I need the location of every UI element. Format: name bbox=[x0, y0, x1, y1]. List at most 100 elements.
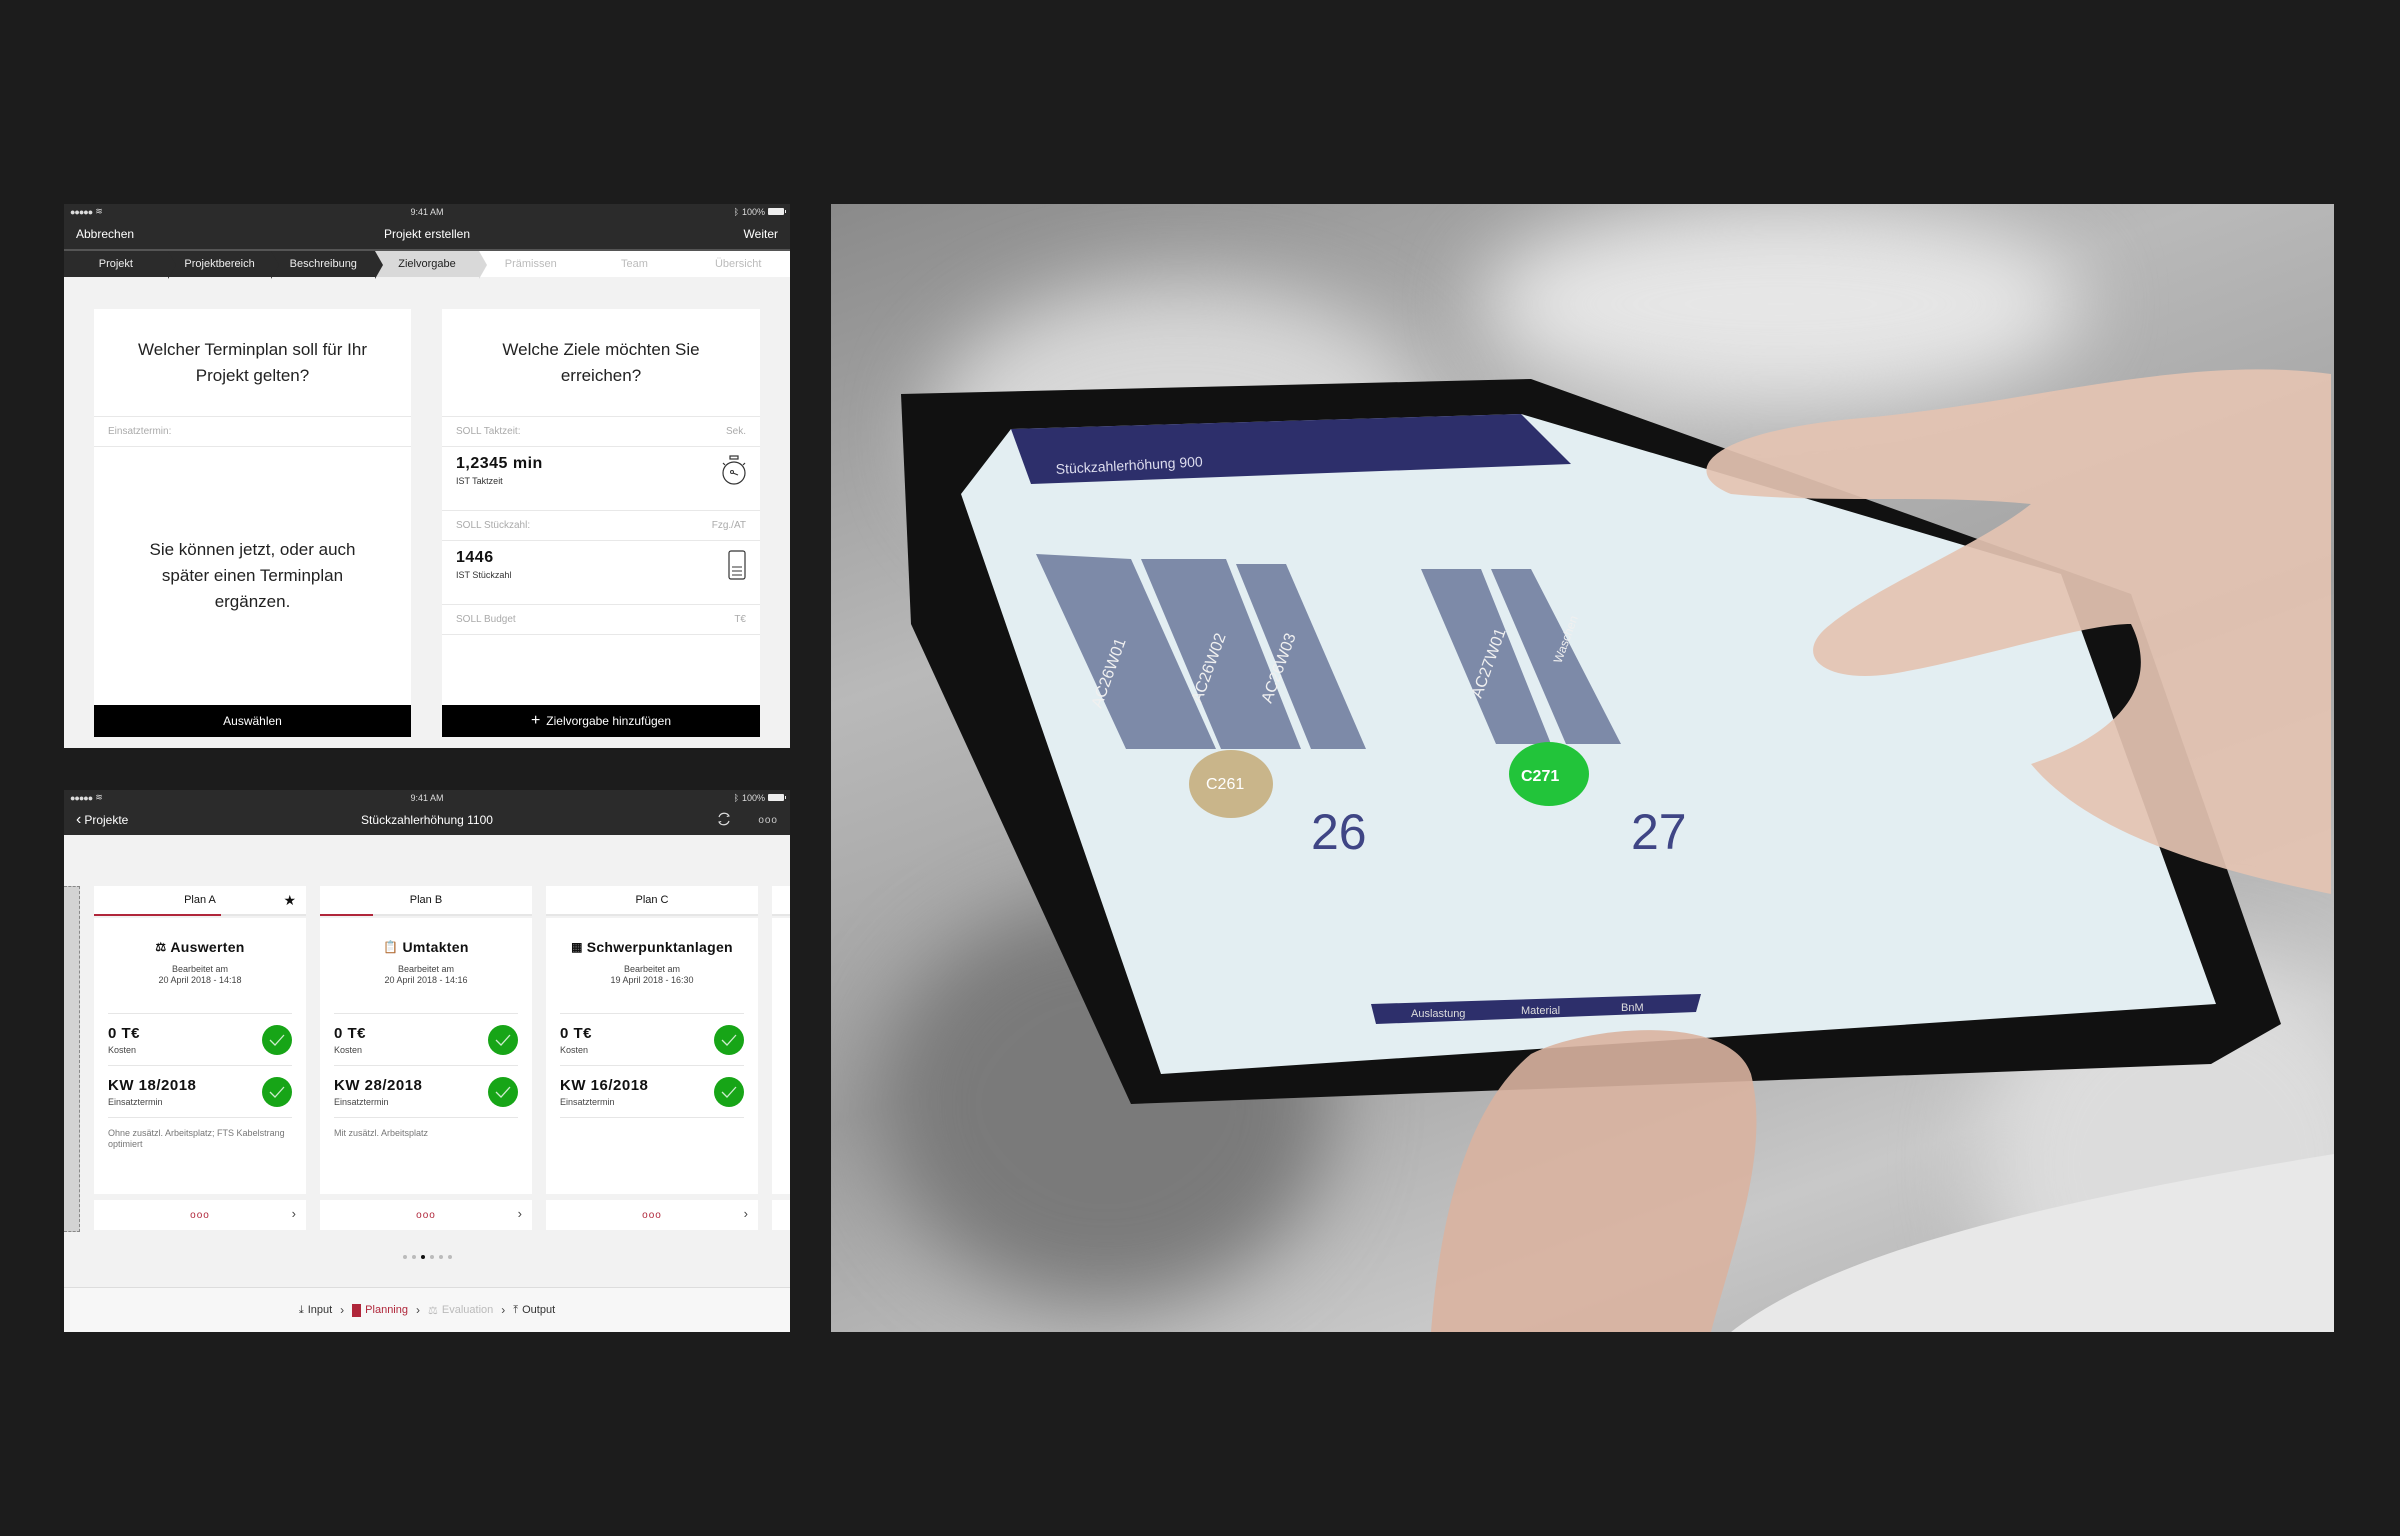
check-icon bbox=[714, 1024, 744, 1055]
chevron-right-icon[interactable]: › bbox=[744, 1206, 748, 1221]
date-value: KW 28/2018 bbox=[334, 1076, 423, 1094]
workflow-input[interactable]: ⤓ Input bbox=[299, 1304, 332, 1317]
upload-icon: ⤒ bbox=[513, 1303, 519, 1316]
edited-date: 19 April 2018 - 16:30 bbox=[610, 975, 694, 985]
page-indicator[interactable] bbox=[64, 1255, 790, 1259]
signal-icon: ●●●●● bbox=[70, 792, 93, 803]
tablet-tab: Material bbox=[1521, 1005, 1560, 1017]
workflow-label: Evaluation bbox=[441, 1304, 494, 1316]
soll-taktzeit-label[interactable]: SOLL Taktzeit: Sek. bbox=[442, 417, 760, 447]
schedule-card: Welcher Terminplan soll für Ihr Projekt … bbox=[94, 309, 411, 705]
step-beschreibung[interactable]: Beschreibung bbox=[271, 251, 383, 279]
nav-bar: Abbrechen Projekt erstellen Weiter bbox=[64, 219, 790, 249]
step-zielvorgabe[interactable]: Zielvorgabe bbox=[375, 251, 487, 279]
soll-budget-label[interactable]: SOLL Budget T€ bbox=[442, 605, 760, 635]
add-goal-button[interactable]: + Zielvorgabe hinzufügen bbox=[442, 705, 760, 737]
more-options-button[interactable]: ooo bbox=[190, 1210, 210, 1221]
more-options-icon[interactable]: ooo bbox=[758, 815, 778, 826]
page-title: Projekt erstellen bbox=[383, 227, 471, 241]
bluetooth-icon: ᛒ bbox=[733, 206, 739, 217]
plan-card[interactable]: Plan B 📋 Umtakten Bearbeitet am 20 April 2… bbox=[320, 886, 532, 1232]
wifi-icon: ≋ bbox=[95, 792, 102, 802]
soll-stueckzahl-label[interactable]: SOLL Stückzahl: Fzg./AT bbox=[442, 511, 760, 541]
more-options-button[interactable]: ooo bbox=[642, 1210, 662, 1221]
date-row: KW 18/2018 Einsatztermin bbox=[108, 1066, 292, 1118]
date-label: Einsatztermin bbox=[334, 1096, 389, 1107]
workflow-planning[interactable]: Planning bbox=[352, 1303, 408, 1317]
badge-label: C261 bbox=[1206, 776, 1244, 793]
page-dot[interactable] bbox=[447, 1255, 452, 1259]
workflow-bar: ⤓ Input › Planning › ⚖ Evaluation › ⤒ Outpu… bbox=[64, 1287, 790, 1332]
step-team[interactable]: Team bbox=[582, 251, 687, 277]
plan-name: Schwerpunktanlagen bbox=[586, 939, 733, 955]
document-icon bbox=[726, 549, 748, 586]
workflow-label: Output bbox=[522, 1304, 556, 1316]
plan-card[interactable]: Plan C ▦ Schwerpunktanlagen Bearbeitet am… bbox=[546, 886, 758, 1232]
step-label: Beschreibung bbox=[289, 258, 357, 270]
previous-plan-ghost[interactable] bbox=[64, 886, 80, 1232]
station-number: 26 bbox=[1311, 804, 1367, 860]
page-dot-active[interactable] bbox=[420, 1255, 425, 1259]
tablet-tab: Auslastung bbox=[1411, 1008, 1465, 1020]
sync-icon[interactable] bbox=[716, 811, 732, 830]
ist-stueckzahl-value: 1446 bbox=[456, 549, 494, 566]
workflow-label: Input bbox=[307, 1304, 333, 1316]
cancel-button[interactable]: Abbrechen bbox=[76, 227, 134, 241]
back-label: Projekte bbox=[84, 813, 129, 827]
wizard-stepper: Projekt Projektbereich Beschreibung Ziel… bbox=[64, 249, 790, 279]
plan-tab[interactable]: Plan B bbox=[320, 886, 532, 916]
cost-label: Kosten bbox=[334, 1044, 363, 1055]
date-value: KW 18/2018 bbox=[108, 1076, 197, 1094]
ist-stueckzahl-row: 1446 IST Stückzahl bbox=[442, 541, 760, 605]
workflow-output[interactable]: ⤒ Output bbox=[513, 1304, 555, 1317]
step-label: Projekt bbox=[98, 258, 133, 270]
star-icon[interactable]: ★ bbox=[283, 892, 296, 909]
step-projektbereich[interactable]: Projektbereich bbox=[167, 251, 280, 279]
page-dot[interactable] bbox=[402, 1255, 407, 1259]
status-time: 9:41 AM bbox=[410, 206, 444, 217]
tablet-tab: BnM bbox=[1621, 1002, 1644, 1014]
step-uebersicht[interactable]: Übersicht bbox=[686, 251, 790, 277]
plan-tab[interactable]: Plan C bbox=[546, 886, 758, 916]
more-options-button[interactable]: ooo bbox=[416, 1210, 436, 1221]
check-icon bbox=[714, 1076, 744, 1107]
badge-label: C271 bbox=[1521, 768, 1559, 785]
date-row: KW 16/2018 Einsatztermin bbox=[560, 1066, 744, 1118]
step-praemissen[interactable]: Prämissen bbox=[478, 251, 583, 277]
battery-icon bbox=[768, 794, 786, 801]
next-button[interactable]: Weiter bbox=[744, 227, 778, 241]
battery-percent: 100% bbox=[741, 792, 765, 803]
tablet-illustration: Stückzahlerhöhung 900 AC26W01 AC26W02 AC… bbox=[901, 369, 2334, 1332]
clipboard-icon: 📋 bbox=[383, 940, 399, 954]
step-label: Zielvorgabe bbox=[398, 258, 456, 270]
cost-label: Kosten bbox=[560, 1044, 589, 1055]
tab-underline bbox=[320, 914, 373, 916]
page-title: Stückzahlerhöhung 1100 bbox=[361, 813, 493, 827]
einsatztermin-field[interactable]: Einsatztermin: bbox=[94, 417, 411, 447]
chevron-right-icon[interactable]: › bbox=[518, 1206, 522, 1221]
sleeve bbox=[1731, 1154, 2334, 1332]
edited-label: Bearbeitet am bbox=[397, 964, 455, 974]
battery-icon bbox=[768, 208, 786, 215]
step-label: Übersicht bbox=[714, 258, 762, 270]
page-dot[interactable] bbox=[438, 1255, 443, 1259]
next-plan-peek[interactable] bbox=[772, 886, 790, 1232]
plan-card[interactable]: Plan A ★ ⚖ Auswerten Bearbeitet am 20 Apri… bbox=[94, 886, 306, 1232]
plan-foot bbox=[772, 1200, 790, 1230]
workflow-label: Planning bbox=[365, 1304, 408, 1316]
step-projekt[interactable]: Projekt bbox=[64, 251, 176, 279]
plan-tab[interactable]: Plan A ★ bbox=[94, 886, 306, 916]
button-label: Auswählen bbox=[223, 714, 282, 728]
cost-row: 0 T€ Kosten bbox=[560, 1014, 744, 1066]
back-button[interactable]: ‹ Projekte bbox=[76, 811, 128, 829]
page-dot[interactable] bbox=[429, 1255, 434, 1259]
signal-icon: ●●●●● bbox=[70, 206, 93, 217]
select-schedule-button[interactable]: Auswählen bbox=[94, 705, 411, 737]
workflow-evaluation[interactable]: ⚖ Evaluation bbox=[428, 1304, 493, 1317]
nav-bar: ‹ Projekte Stückzahlerhöhung 1100 ooo bbox=[64, 805, 790, 835]
check-icon bbox=[262, 1024, 292, 1055]
field-label: SOLL Budget bbox=[456, 614, 516, 625]
chevron-right-icon[interactable]: › bbox=[292, 1206, 296, 1221]
check-icon bbox=[488, 1076, 518, 1107]
page-dot[interactable] bbox=[411, 1255, 416, 1259]
